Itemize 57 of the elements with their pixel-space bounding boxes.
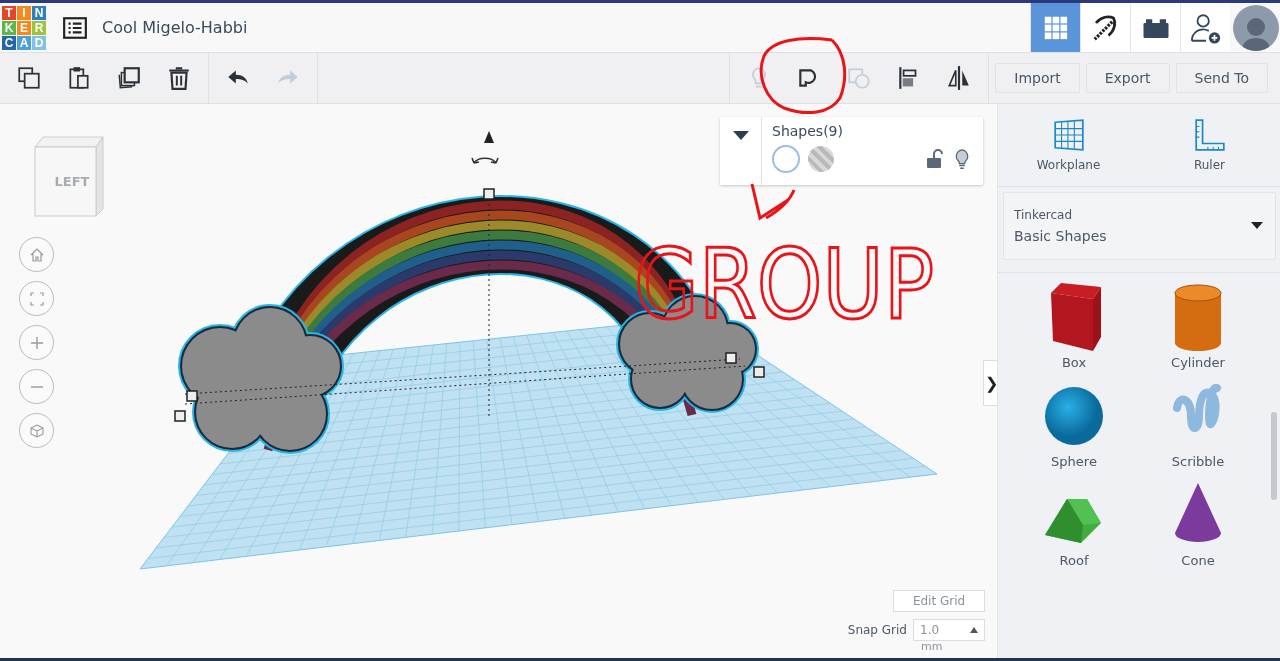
logo-letter: K	[2, 20, 16, 35]
logo-letter: E	[17, 20, 31, 35]
list-icon[interactable]	[62, 14, 88, 41]
trash-icon	[166, 65, 192, 91]
shape-item[interactable]: Cylinder	[1136, 279, 1260, 370]
annotation-arrow	[750, 182, 796, 220]
solid-swatch[interactable]	[772, 145, 800, 173]
workplane-icon	[1051, 118, 1086, 152]
tool-button[interactable]: Workplane	[998, 104, 1139, 186]
hole-swatch[interactable]	[808, 146, 834, 172]
collapse-button[interactable]	[720, 117, 762, 185]
lift-arrow-icon[interactable]	[484, 131, 494, 143]
3d-scene-drawing[interactable]	[139, 188, 938, 570]
ruler-icon	[1192, 118, 1227, 152]
avatar[interactable]	[1233, 4, 1279, 51]
caret-icon	[1251, 222, 1263, 230]
square-circle-icon	[846, 65, 873, 91]
logo[interactable]: T I N K E R C A D	[2, 5, 46, 50]
logo-letter: N	[32, 5, 46, 20]
unlock-icon[interactable]	[925, 149, 943, 169]
caret-icon	[970, 627, 978, 633]
logo-letter: T	[2, 5, 16, 20]
library-dropdown[interactable]: Tinkercad Basic Shapes	[1003, 192, 1276, 260]
duplicate-icon	[116, 65, 142, 91]
logo-letter: A	[17, 35, 31, 50]
shape-item[interactable]: Roof	[1012, 477, 1136, 568]
scrollbar-thumb[interactable]	[1271, 412, 1277, 500]
shape-item[interactable]: Box	[1012, 279, 1136, 370]
copy-icon	[16, 65, 42, 91]
logo-letter: I	[17, 5, 31, 20]
logo-letter: R	[32, 20, 46, 35]
cube-icon	[29, 423, 44, 438]
zoom-out-icon	[29, 385, 44, 388]
logo-letter: C	[2, 35, 16, 50]
shape-item[interactable]: Cone	[1136, 477, 1260, 568]
view-tab[interactable]	[1080, 3, 1130, 52]
project-title[interactable]: Cool Migelo-Habbi	[102, 18, 248, 37]
paste-icon	[66, 65, 92, 91]
tool-button[interactable]: Ruler	[1139, 104, 1280, 186]
toolbar-text-button[interactable]: Export	[1085, 63, 1170, 93]
home-icon	[29, 247, 44, 262]
caret-icon	[732, 131, 749, 141]
fit-view-icon	[29, 291, 44, 306]
library-category: Basic Shapes	[1014, 228, 1108, 244]
logo-letter: D	[32, 35, 46, 50]
rotate-icon[interactable]	[471, 157, 499, 164]
shape-item[interactable]: Sphere	[1012, 378, 1136, 469]
unit-label: mm	[921, 641, 943, 652]
inspector-title: Shapes(9)	[772, 123, 844, 139]
view-tab[interactable]	[1130, 3, 1180, 52]
zoom-in-icon	[29, 335, 44, 350]
toolbar-text-button[interactable]: Import	[995, 63, 1080, 93]
toolbar-text-button[interactable]: Send To	[1175, 63, 1268, 93]
shape-item[interactable]: Scribble	[1136, 378, 1260, 469]
snap-grid-label: Snap Grid	[847, 623, 907, 637]
library-source: Tinkercad	[1014, 208, 1074, 222]
panel-toggle[interactable]: ❯	[983, 360, 997, 406]
